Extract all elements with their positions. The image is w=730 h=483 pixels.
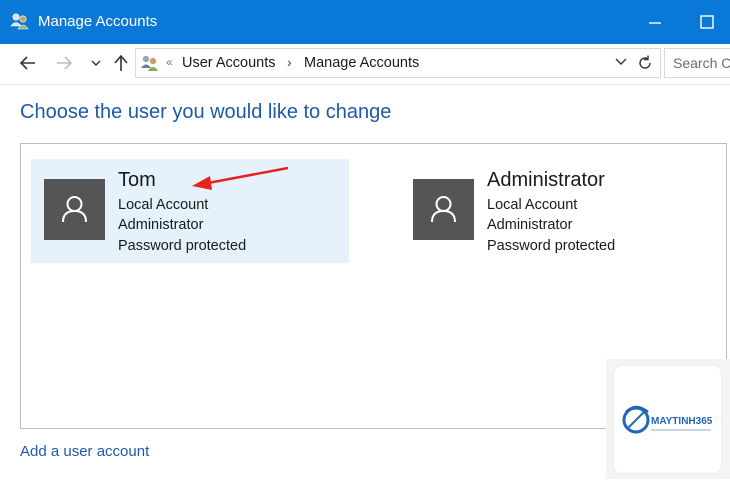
navigation-bar: « User Accounts › Manage Accounts Search… bbox=[0, 44, 730, 85]
breadcrumb-overflow[interactable]: « bbox=[166, 55, 173, 69]
user-icon bbox=[431, 196, 456, 223]
up-arrow-icon[interactable] bbox=[110, 52, 132, 74]
breadcrumb-manage-accounts[interactable]: Manage Accounts bbox=[304, 55, 419, 71]
watermark-logo-card: MAYTINH365 bbox=[614, 366, 721, 473]
account-role: Administrator bbox=[487, 217, 573, 233]
search-box[interactable]: Search C bbox=[664, 48, 730, 78]
account-status: Password protected bbox=[487, 238, 616, 254]
page-title: Choose the user you would like to change bbox=[20, 101, 392, 123]
account-card-administrator[interactable]: Administrator Local Account Administrato… bbox=[400, 159, 718, 263]
minimize-button[interactable] bbox=[640, 8, 670, 36]
forward-arrow-icon[interactable] bbox=[53, 52, 75, 74]
breadcrumb-separator: › bbox=[287, 54, 292, 70]
watermark: MAYTINH365 bbox=[606, 359, 730, 479]
account-type: Local Account bbox=[487, 197, 578, 213]
account-type: Local Account bbox=[118, 197, 209, 213]
user-avatar bbox=[44, 179, 105, 240]
account-name: Administrator bbox=[487, 169, 605, 191]
window-title: Manage Accounts bbox=[38, 13, 158, 30]
search-placeholder: Search C bbox=[673, 55, 730, 71]
annotation-arrow-icon bbox=[192, 166, 289, 190]
title-bar: Manage Accounts bbox=[0, 0, 730, 44]
user-avatar bbox=[413, 179, 474, 240]
user-icon bbox=[62, 196, 87, 223]
refresh-icon[interactable] bbox=[636, 54, 654, 72]
address-bar[interactable]: « User Accounts › Manage Accounts bbox=[135, 48, 661, 78]
recent-locations-chevron-icon[interactable] bbox=[85, 52, 107, 74]
user-accounts-icon bbox=[10, 13, 29, 30]
back-arrow-icon[interactable] bbox=[17, 52, 39, 74]
maximize-button[interactable] bbox=[692, 8, 722, 36]
account-status: Password protected bbox=[118, 238, 247, 254]
account-role: Administrator bbox=[118, 217, 204, 233]
add-user-account-link[interactable]: Add a user account bbox=[20, 443, 149, 460]
account-name: Tom bbox=[118, 169, 156, 191]
watermark-brand-text: MAYTINH365 bbox=[651, 416, 713, 427]
address-dropdown-chevron-icon[interactable] bbox=[614, 55, 628, 69]
user-accounts-icon bbox=[141, 55, 158, 71]
breadcrumb-user-accounts[interactable]: User Accounts bbox=[182, 55, 276, 71]
maytinh365-logo-icon: MAYTINH365 bbox=[622, 405, 713, 434]
